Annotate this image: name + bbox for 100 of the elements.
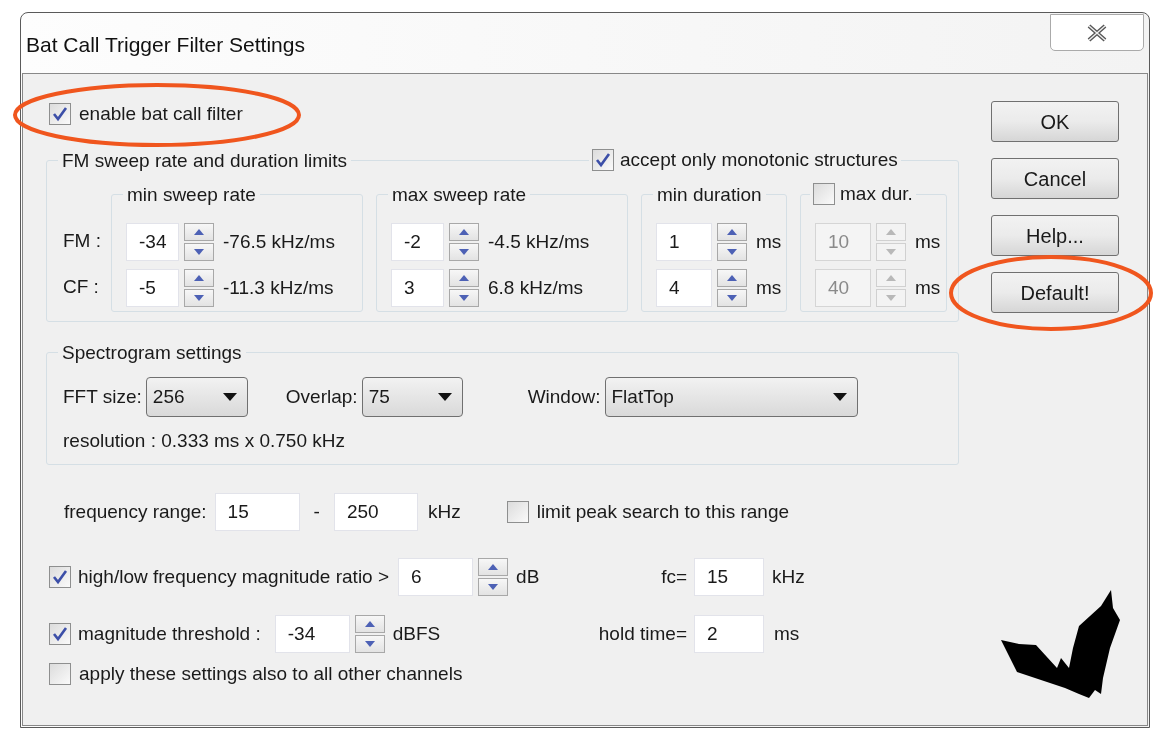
down-arrow-icon — [886, 249, 896, 255]
resolution-text: resolution : 0.333 ms x 0.750 kHz — [63, 429, 345, 453]
up-arrow-icon — [194, 229, 204, 235]
group-title: max sweep rate — [392, 183, 527, 207]
caret-icon — [437, 393, 452, 401]
input-field[interactable]: 6 — [398, 558, 474, 596]
input-field[interactable]: 250 — [333, 493, 418, 531]
down-arrow-icon — [727, 249, 737, 255]
down-arrow-icon — [886, 295, 896, 301]
up-arrow-icon — [886, 229, 896, 235]
row-label: FM : — [63, 228, 101, 253]
dropdown-label: Window: — [527, 384, 601, 409]
checkbox[interactable] — [506, 501, 529, 523]
bat-icon — [999, 588, 1121, 700]
input-field[interactable]: -34 — [126, 223, 179, 261]
checkbox[interactable] — [49, 663, 71, 685]
group-title: min sweep rate — [127, 183, 256, 207]
spin-up-button[interactable] — [478, 558, 509, 576]
caret-icon — [222, 393, 237, 401]
spin-up-button[interactable] — [184, 223, 214, 241]
dropdown-label: Overlap: — [285, 384, 358, 409]
spin-down-button[interactable] — [354, 635, 385, 653]
unit-label: ms — [756, 275, 782, 300]
group-title: min duration — [657, 183, 762, 207]
input-field[interactable]: -2 — [391, 223, 444, 261]
dropdown[interactable]: FlatTop — [604, 377, 858, 417]
input-field[interactable]: 1 — [656, 223, 712, 261]
dropdown[interactable]: 75 — [361, 377, 463, 417]
window-title: Bat Call Trigger Filter Settings — [26, 32, 305, 58]
dialog-button[interactable]: Default! — [991, 272, 1119, 313]
dialog-button[interactable]: Help... — [991, 215, 1119, 256]
unit-label: -76.5 kHz/ms — [223, 229, 335, 254]
unit-label: ms — [756, 229, 782, 254]
checkbox-label: high/low frequency magnitude ratio > — [78, 564, 390, 589]
up-arrow-icon — [886, 275, 896, 281]
dropdown[interactable]: 256 — [145, 377, 248, 417]
unit-label: dB — [516, 564, 540, 589]
spin-up-button[interactable] — [184, 269, 214, 287]
unit-label: kHz — [772, 564, 805, 589]
field-label: fc= — [661, 564, 687, 589]
input-field[interactable]: 2 — [694, 615, 764, 653]
input-field[interactable]: -5 — [126, 269, 179, 307]
unit-label: 6.8 kHz/ms — [488, 275, 584, 300]
dropdown-label: FFT size: — [63, 384, 142, 409]
down-arrow-icon — [459, 295, 469, 301]
spin-down-button[interactable] — [184, 289, 214, 307]
spin-down-button[interactable] — [478, 578, 509, 596]
spin-down-button[interactable] — [717, 243, 747, 261]
checkbox-label: apply these settings also to all other channels — [79, 661, 463, 686]
unit-label: ms — [915, 275, 941, 300]
input-field[interactable]: -34 — [274, 615, 350, 653]
down-arrow-icon — [727, 295, 737, 301]
up-arrow-icon — [727, 229, 737, 235]
field-label: frequency range: — [64, 499, 207, 524]
up-arrow-icon — [459, 229, 469, 235]
group-title: Spectrogram settings — [62, 341, 242, 365]
down-arrow-icon — [194, 295, 204, 301]
input-field[interactable]: 4 — [656, 269, 712, 307]
up-arrow-icon — [194, 275, 204, 281]
group-title: max dur. — [840, 182, 913, 206]
input-field[interactable]: 3 — [391, 269, 444, 307]
input-field[interactable]: 15 — [694, 558, 764, 596]
spin-up-button[interactable] — [717, 223, 747, 241]
checkbox[interactable] — [49, 103, 71, 125]
input-field[interactable]: 15 — [214, 493, 300, 531]
unit-label: ms — [915, 229, 941, 254]
checkbox-label: enable bat call filter — [79, 101, 243, 126]
unit-label: ms — [774, 621, 800, 646]
close-button[interactable] — [1050, 14, 1144, 51]
group-title: FM sweep rate and duration limits — [62, 149, 348, 173]
spin-down-button[interactable] — [449, 243, 479, 261]
spin-down-button[interactable] — [449, 289, 479, 307]
spin-up-button[interactable] — [717, 269, 747, 287]
spin-up-button[interactable] — [354, 615, 385, 633]
checkbox[interactable] — [592, 149, 614, 172]
checkbox-label: accept only monotonic structures — [620, 148, 898, 172]
up-arrow-icon — [459, 275, 469, 281]
field-label: hold time= — [598, 621, 687, 646]
down-arrow-icon — [459, 249, 469, 255]
checkbox-label: magnitude threshold : — [78, 621, 261, 646]
spin-up-button[interactable] — [449, 223, 479, 241]
up-arrow-icon — [364, 621, 375, 627]
row-label: CF : — [63, 274, 99, 299]
caret-icon — [832, 393, 847, 401]
up-arrow-icon — [727, 275, 737, 281]
down-arrow-icon — [194, 249, 204, 255]
unit-label: kHz — [427, 499, 461, 524]
spin-down-button[interactable] — [717, 289, 747, 307]
up-arrow-icon — [488, 564, 499, 570]
dialog-button[interactable]: Cancel — [991, 158, 1119, 199]
checkbox[interactable] — [49, 566, 71, 588]
checkbox-label: limit peak search to this range — [536, 499, 790, 524]
separator-text: - — [313, 499, 320, 524]
unit-label: -4.5 kHz/ms — [488, 229, 590, 254]
spin-down-button[interactable] — [184, 243, 214, 261]
unit-label: -11.3 kHz/ms — [223, 275, 334, 300]
unit-label: dBFS — [392, 621, 441, 646]
spin-up-button[interactable] — [449, 269, 479, 287]
dialog-button[interactable]: OK — [991, 101, 1119, 142]
checkbox[interactable] — [49, 623, 71, 645]
